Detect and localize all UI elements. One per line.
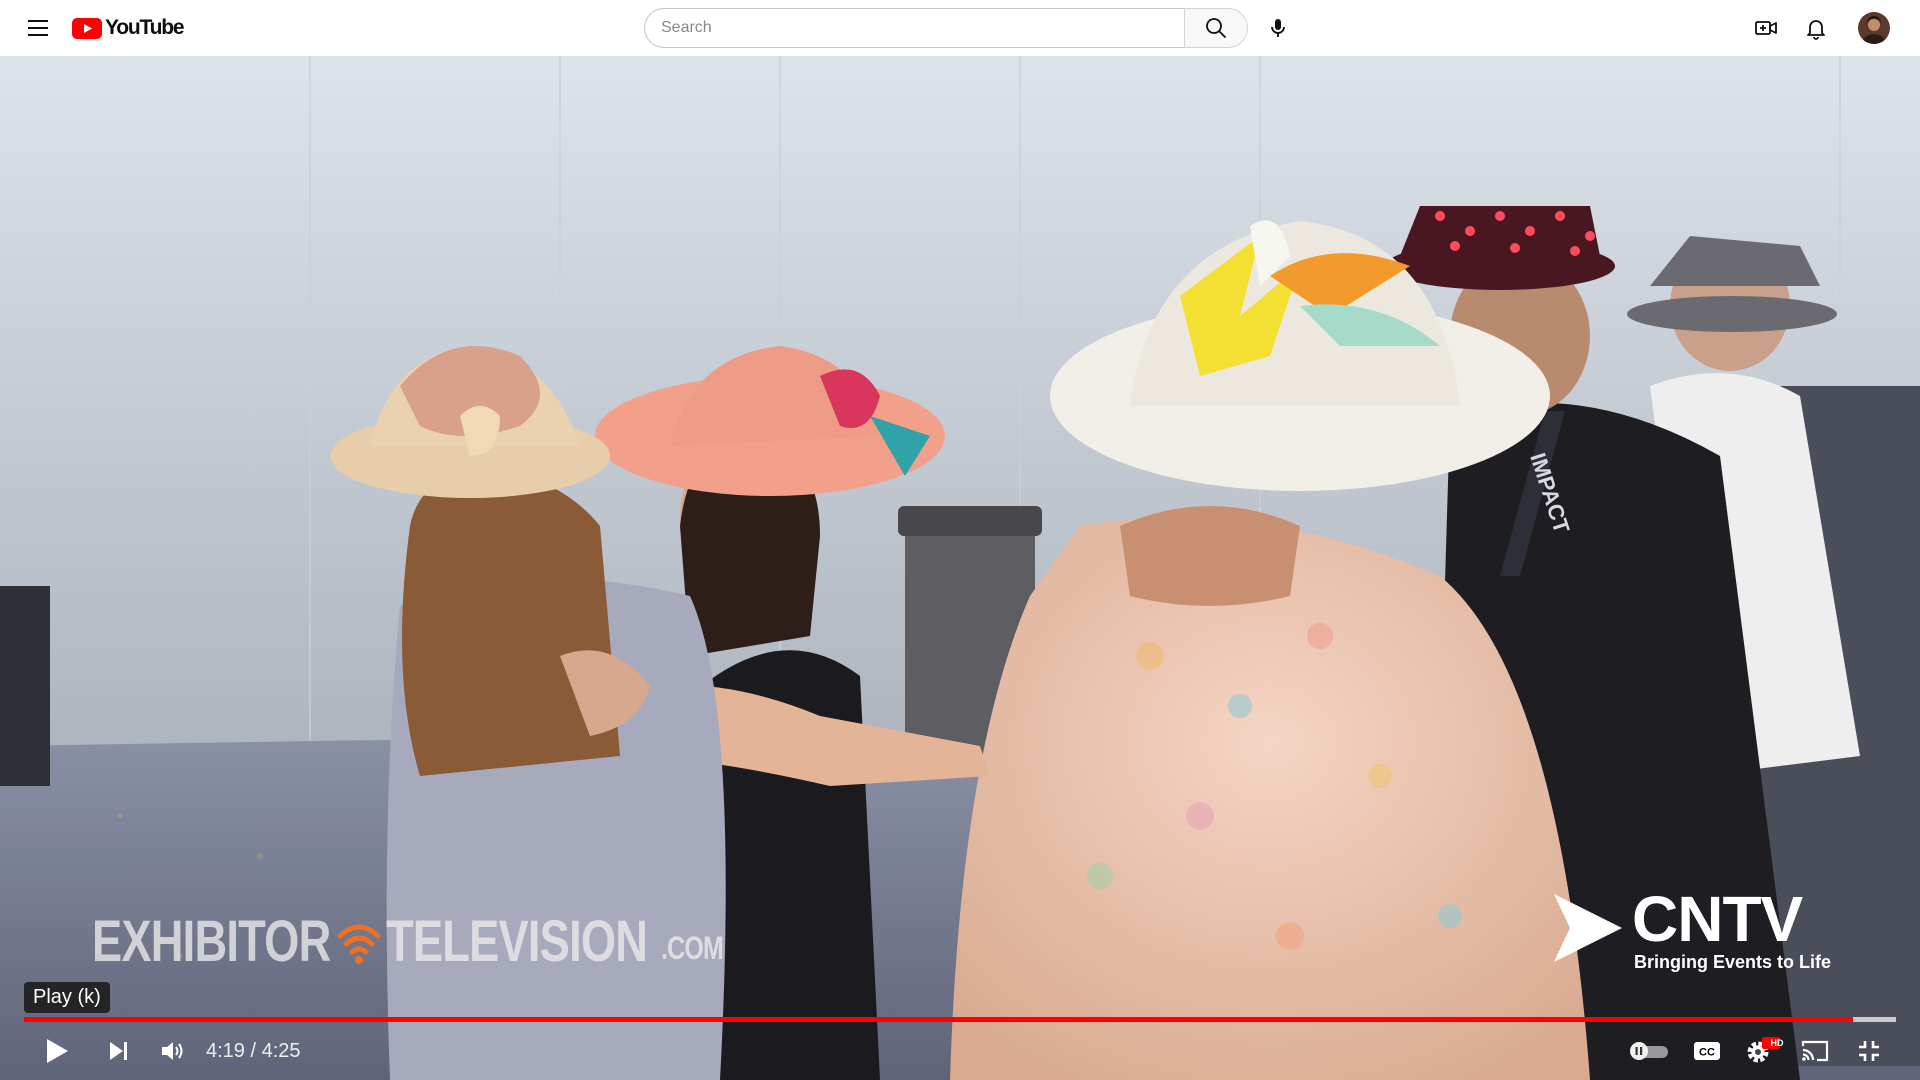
mute-button[interactable] — [152, 1022, 194, 1080]
masthead: YouTube — [0, 0, 1920, 56]
settings-button[interactable]: HD — [1738, 1022, 1788, 1080]
exit-fullscreen-button[interactable] — [1846, 1022, 1892, 1080]
watermark-television-text: TELEVISION — [385, 909, 648, 974]
play-button[interactable] — [36, 1022, 78, 1080]
video-player[interactable]: IMPACT EXHIBITOR TELEVISION .COM CNTV Br… — [0, 56, 1920, 1080]
watermark-exhibitor-text: EXHIBITOR — [92, 909, 331, 974]
current-time: 4:19 — [206, 1039, 245, 1062]
play-icon — [47, 1039, 68, 1063]
create-video-icon — [1755, 21, 1777, 35]
search-input[interactable] — [644, 8, 1184, 48]
cntv-watermark: CNTV Bringing Events to Life — [1548, 882, 1831, 1002]
microphone-icon — [1271, 19, 1285, 37]
volume-icon — [162, 1042, 183, 1060]
hd-badge: HD — [1770, 1038, 1784, 1048]
cast-icon — [1801, 1040, 1829, 1062]
cntv-text: CNTV — [1632, 883, 1803, 955]
avatar[interactable] — [1858, 12, 1890, 44]
search-button[interactable] — [1184, 8, 1248, 48]
player-controls: 4:19 / 4:25 CC HD — [0, 1022, 1920, 1080]
captions-icon: CC — [1694, 1042, 1720, 1060]
youtube-logo-text: YouTube — [105, 16, 185, 39]
cntv-logo-icon — [1554, 894, 1622, 962]
cast-button[interactable] — [1792, 1022, 1838, 1080]
play-tooltip: Play (k) — [24, 982, 110, 1013]
exit-fullscreen-icon — [1859, 1041, 1879, 1061]
cntv-tagline: Bringing Events to Life — [1634, 952, 1832, 972]
wifi-broadcast-icon — [337, 924, 381, 964]
notifications-button[interactable] — [1796, 8, 1836, 48]
autoplay-toggle-icon — [1630, 1042, 1668, 1060]
next-button[interactable] — [98, 1022, 140, 1080]
time-display: 4:19 / 4:25 — [206, 1022, 301, 1080]
time-separator: / — [244, 1039, 262, 1062]
autoplay-toggle[interactable] — [1626, 1022, 1672, 1080]
hamburger-menu-icon[interactable] — [20, 16, 56, 40]
voice-search-button[interactable] — [1258, 8, 1298, 48]
youtube-logo[interactable]: YouTube — [72, 16, 185, 40]
next-icon — [110, 1042, 127, 1060]
duration: 4:25 — [261, 1039, 301, 1062]
create-button[interactable] — [1746, 8, 1786, 48]
search-icon — [1206, 18, 1226, 38]
bell-icon — [1807, 20, 1825, 40]
user-avatar-icon — [1858, 12, 1890, 44]
watermark-com-text: .COM — [660, 930, 724, 966]
exhibitor-television-watermark: EXHIBITOR TELEVISION .COM — [92, 908, 740, 975]
youtube-play-logo-icon — [72, 17, 102, 39]
svg-text:CC: CC — [1699, 1047, 1715, 1059]
search-box — [644, 8, 1248, 48]
captions-button[interactable]: CC — [1684, 1022, 1730, 1080]
